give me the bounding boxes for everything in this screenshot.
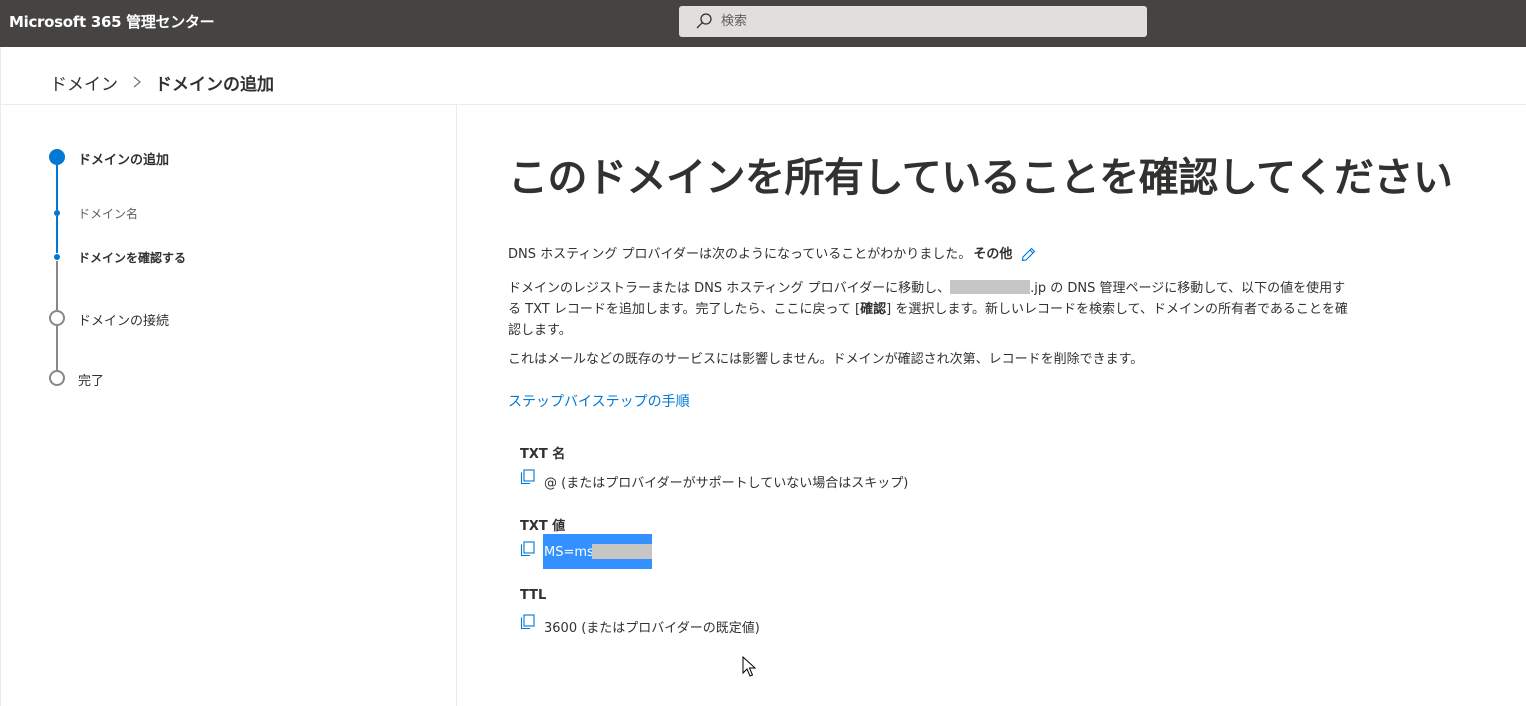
dns-provider-text: DNS ホスティング プロバイダーは次のようになっていることがわかりました。 [508, 247, 972, 262]
search-icon [696, 13, 712, 29]
instruction-text: ドメインのレジストラーまたは DNS ホスティング プロバイダーに移動し、 [508, 281, 951, 296]
ttl-value: 3600 (またはプロバイダーの既定値) [544, 621, 760, 636]
copy-icon[interactable] [520, 469, 536, 485]
left-border [0, 47, 1, 706]
pencil-icon[interactable] [1021, 247, 1036, 262]
txt-value-value[interactable]: MS=ms [544, 545, 594, 560]
instructions-paragraph: ドメインのレジストラーまたは DNS ホスティング プロバイダーに移動し、 .jp… [508, 278, 1348, 341]
redacted-domain [950, 280, 1031, 294]
breadcrumb-current: ドメインの追加 [155, 74, 274, 95]
search-box[interactable] [679, 6, 1147, 37]
substep-indicator-current [54, 254, 60, 260]
header-divider [0, 104, 1526, 105]
step-label-connect-domain: ドメインの接続 [78, 314, 170, 329]
ttl-label: TTL [520, 588, 547, 603]
copy-icon[interactable] [520, 541, 536, 557]
top-bar: Microsoft 365 管理センター [0, 0, 1526, 47]
stepper-connector [56, 326, 58, 370]
note-paragraph: これはメールなどの既存のサービスには影響しません。ドメインが確認され次第、レコー… [508, 352, 1144, 367]
step-indicator-active [49, 149, 65, 165]
step-indicator-pending [49, 370, 65, 386]
breadcrumb: ドメイン ドメインの追加 [50, 70, 274, 95]
step-indicator-pending [49, 310, 65, 326]
txt-name-label: TXT 名 [520, 447, 566, 462]
redacted-txt-value [592, 544, 652, 559]
stepper-connector [56, 216, 58, 253]
chevron-right-icon [133, 76, 141, 88]
step-label-domain-name: ドメイン名 [78, 207, 139, 221]
step-label-add-domain: ドメインの追加 [78, 153, 170, 168]
panel-divider [456, 105, 457, 706]
dns-provider-line: DNS ホスティング プロバイダーは次のようになっていることがわかりました。 そ… [508, 244, 1348, 265]
step-label-verify-domain: ドメインを確認する [78, 251, 187, 265]
breadcrumb-link-domains[interactable]: ドメイン [50, 70, 118, 95]
step-by-step-link[interactable]: ステップバイステップの手順 [508, 391, 690, 411]
app-title[interactable]: Microsoft 365 管理センター [9, 11, 215, 32]
instruction-bold: 確認 [860, 302, 887, 317]
stepper-connector [56, 165, 58, 210]
step-label-finish: 完了 [78, 374, 105, 389]
txt-name-value: @ (またはプロバイダーがサポートしていない場合はスキップ) [544, 476, 909, 491]
substep-indicator [54, 210, 60, 216]
dns-provider-name: その他 [973, 247, 1013, 262]
mouse-cursor-icon [742, 656, 756, 677]
search-input[interactable] [721, 6, 1131, 37]
txt-value-label: TXT 値 [520, 519, 566, 534]
copy-icon[interactable] [520, 614, 536, 630]
page-title: このドメインを所有していることを確認してください [508, 155, 1453, 201]
stepper-connector [56, 261, 58, 310]
